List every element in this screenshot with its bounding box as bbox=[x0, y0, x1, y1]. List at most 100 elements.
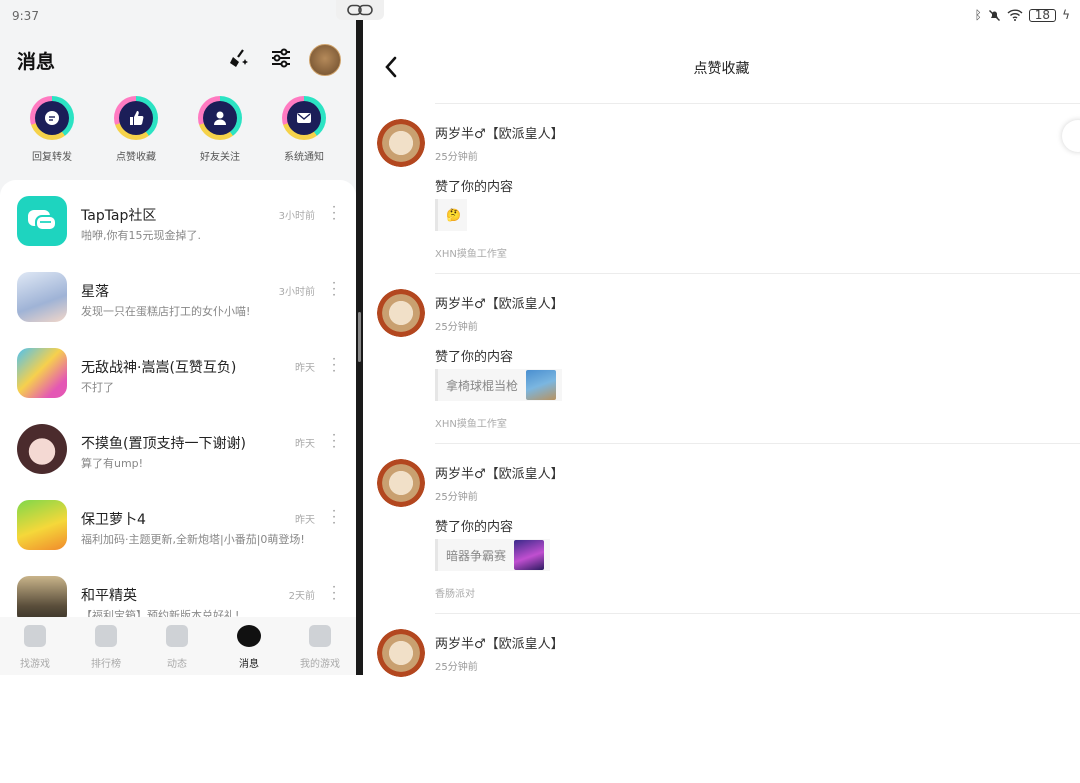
notification-item[interactable]: 两岁半♂【欧派皇人】 25分钟前 bbox=[363, 613, 1080, 783]
game-avatar bbox=[17, 500, 67, 550]
feed-icon bbox=[166, 625, 188, 647]
settings-filter-button[interactable] bbox=[269, 46, 293, 70]
user-avatar[interactable] bbox=[377, 629, 425, 677]
conversation-preview: 【福利宝箱】预约新版本兑好礼! bbox=[81, 609, 240, 617]
content-thumbnail bbox=[514, 540, 545, 570]
list-item[interactable]: 无敌战神·嵩嵩(互赞互负) 不打了 昨天 · · · bbox=[0, 332, 356, 408]
user-avatar[interactable] bbox=[377, 119, 425, 167]
conversation-name: 无敌战神·嵩嵩(互赞互负) bbox=[81, 360, 237, 376]
quick-friends-follow[interactable]: 好友关注 bbox=[184, 96, 256, 163]
nav-label: 找游戏 bbox=[20, 659, 50, 670]
notification-item[interactable]: 两岁半♂【欧派皇人】 25分钟前 赞了你的内容 拿椅球棍当枪 XHN摸鱼工作室 bbox=[363, 273, 1080, 443]
game-avatar bbox=[17, 576, 67, 617]
quick-label: 好友关注 bbox=[200, 152, 240, 163]
link-icon bbox=[347, 4, 373, 16]
nav-my-games[interactable]: 我的游戏 bbox=[285, 625, 355, 670]
quoted-text: 暗器争霸赛 bbox=[446, 548, 507, 563]
conversation-name: TapTap社区 bbox=[81, 208, 157, 224]
user-avatar bbox=[17, 424, 67, 474]
content-thumbnail bbox=[526, 370, 557, 400]
more-options-icon[interactable]: · · · bbox=[332, 201, 336, 225]
notification-user[interactable]: 两岁半♂【欧派皇人】 bbox=[435, 463, 564, 482]
conversation-list: TapTap社区 啪咿,你有15元现金掉了. 3小时前 · · · 星落 发现一只在… bbox=[0, 180, 356, 617]
more-options-icon[interactable]: · · · bbox=[332, 429, 336, 453]
conversation-time: 昨天 bbox=[295, 515, 315, 526]
notification-source[interactable]: XHN摸鱼工作室 bbox=[435, 245, 507, 260]
notification-time: 25分钟前 bbox=[435, 152, 478, 163]
conversation-time: 昨天 bbox=[295, 439, 315, 450]
notification-time: 25分钟前 bbox=[435, 492, 478, 503]
quick-label: 回复转发 bbox=[32, 152, 72, 163]
notification-action: 赞了你的内容 bbox=[435, 180, 514, 195]
quick-reply-forward[interactable]: 回复转发 bbox=[16, 96, 88, 163]
list-item[interactable]: 星落 发现一只在蛋糕店打工的女仆小喵! 3小时前 · · · bbox=[0, 256, 356, 332]
quick-likes-favorites[interactable]: 点赞收藏 bbox=[100, 96, 172, 163]
quoted-content[interactable]: 暗器争霸赛 bbox=[435, 539, 551, 571]
mute-bell-icon bbox=[988, 9, 1000, 21]
thumbs-up-icon bbox=[130, 111, 144, 125]
nav-find-games[interactable]: 找游戏 bbox=[0, 625, 70, 670]
chat-bubble-icon bbox=[45, 111, 59, 125]
detail-title: 点赞收藏 bbox=[693, 61, 750, 77]
taptap-t-icon bbox=[24, 625, 46, 647]
conversation-time: 2天前 bbox=[288, 591, 315, 602]
conversation-preview: 福利加码·主题更新,全新炮塔|小番茄|0萌登场! bbox=[81, 533, 305, 546]
quoted-content[interactable]: 🤔 bbox=[435, 199, 467, 231]
conversation-name: 保卫萝卜4 bbox=[81, 512, 146, 528]
quick-label: 系统通知 bbox=[284, 152, 324, 163]
list-item[interactable]: TapTap社区 啪咿,你有15元现金掉了. 3小时前 · · · bbox=[0, 180, 356, 256]
list-item[interactable]: 保卫萝卜4 福利加码·主题更新,全新炮塔|小番茄|0萌登场! 昨天 · · · bbox=[0, 484, 356, 560]
notification-time: 25分钟前 bbox=[435, 662, 478, 673]
nav-label: 动态 bbox=[167, 659, 187, 670]
messages-panel: 消息 回复转发 点赞收藏 好友关注 系统通知 TapTap社区 啪咿,你有15元… bbox=[0, 0, 356, 675]
list-item[interactable]: 和平精英 【福利宝箱】预约新版本兑好礼! 2天前 · · · bbox=[0, 560, 356, 617]
notification-source[interactable]: XHN摸鱼工作室 bbox=[435, 415, 507, 430]
message-bubble-icon bbox=[237, 625, 261, 647]
nav-ranking[interactable]: 排行榜 bbox=[71, 625, 141, 670]
status-bar: 9:37 ᛒ 18 ϟ bbox=[0, 0, 1080, 34]
notification-user[interactable]: 两岁半♂【欧派皇人】 bbox=[435, 123, 564, 142]
notification-user[interactable]: 两岁半♂【欧派皇人】 bbox=[435, 633, 564, 652]
more-options-icon[interactable]: · · · bbox=[332, 581, 336, 605]
notification-user[interactable]: 两岁半♂【欧派皇人】 bbox=[435, 293, 564, 312]
clear-broom-button[interactable] bbox=[227, 46, 251, 70]
notification-source[interactable]: 香肠派对 bbox=[435, 585, 475, 600]
more-options-icon[interactable]: · · · bbox=[332, 505, 336, 529]
list-item[interactable]: 不摸鱼(置顶支持一下谢谢) 算了有ump! 昨天 · · · bbox=[0, 408, 356, 484]
split-drag-handle[interactable] bbox=[358, 312, 361, 362]
ranking-icon bbox=[95, 625, 117, 647]
quoted-text: 拿椅球棍当枪 bbox=[446, 378, 519, 393]
conversation-name: 不摸鱼(置顶支持一下谢谢) bbox=[81, 436, 246, 452]
battery-indicator: 18 bbox=[1028, 8, 1057, 22]
bottom-navigation: 找游戏 排行榜 动态 消息 我的游戏 bbox=[0, 617, 356, 675]
quoted-content[interactable]: 拿椅球棍当枪 bbox=[435, 369, 563, 401]
user-avatar bbox=[17, 348, 67, 398]
nav-messages[interactable]: 消息 bbox=[214, 625, 284, 670]
split-link-handle[interactable] bbox=[336, 0, 384, 20]
quick-label: 点赞收藏 bbox=[116, 152, 156, 163]
user-avatar[interactable] bbox=[377, 459, 425, 507]
user-avatar[interactable] bbox=[377, 289, 425, 337]
user-avatar bbox=[17, 272, 67, 322]
more-options-icon[interactable]: · · · bbox=[332, 353, 336, 377]
conversation-name: 星落 bbox=[81, 284, 109, 300]
conversation-preview: 算了有ump! bbox=[81, 457, 144, 470]
nav-label: 排行榜 bbox=[91, 659, 121, 670]
notification-item[interactable]: 两岁半♂【欧派皇人】 25分钟前 赞了你的内容 暗器争霸赛 香肠派对 bbox=[363, 443, 1080, 613]
taptap-avatar bbox=[17, 196, 67, 246]
conversation-name: 和平精英 bbox=[81, 588, 137, 604]
person-icon bbox=[214, 111, 226, 125]
notification-item[interactable]: 两岁半♂【欧派皇人】 25分钟前 赞了你的内容 🤔 XHN摸鱼工作室 bbox=[363, 103, 1080, 273]
conversation-time: 3小时前 bbox=[278, 211, 315, 222]
conversation-preview: 发现一只在蛋糕店打工的女仆小喵! bbox=[81, 305, 251, 318]
wifi-icon bbox=[1007, 9, 1023, 21]
sliders-icon bbox=[272, 48, 290, 68]
notification-action: 赞了你的内容 bbox=[435, 520, 514, 535]
nav-feed[interactable]: 动态 bbox=[142, 625, 212, 670]
user-avatar[interactable] bbox=[309, 44, 341, 76]
conversation-preview: 不打了 bbox=[81, 381, 114, 394]
likes-detail-panel: 点赞收藏 两岁半♂【欧派皇人】 25分钟前 赞了你的内容 🤔 XHN摸鱼工作室 … bbox=[363, 0, 1080, 677]
quick-system-notice[interactable]: 系统通知 bbox=[268, 96, 340, 163]
more-options-icon[interactable]: · · · bbox=[332, 277, 336, 301]
conversation-time: 昨天 bbox=[295, 363, 315, 374]
